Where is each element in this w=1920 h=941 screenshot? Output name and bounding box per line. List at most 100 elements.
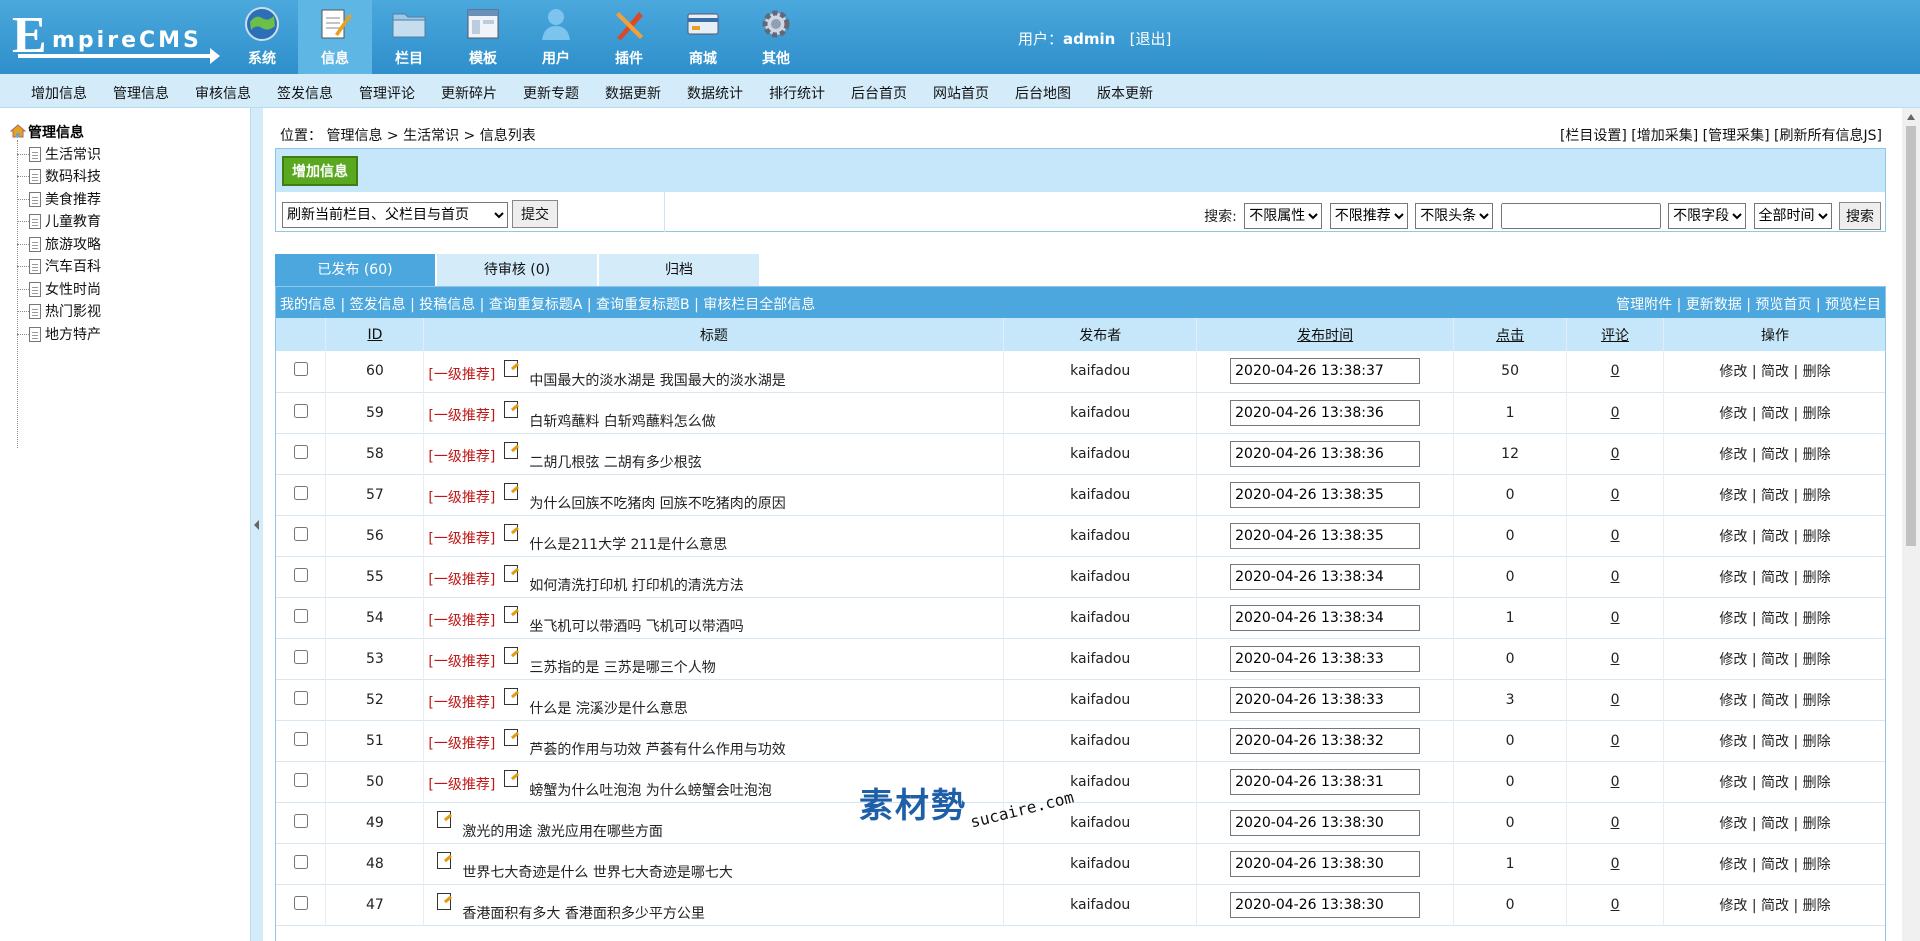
row-time-input[interactable]: [1230, 481, 1421, 508]
recommend-tag[interactable]: [一级推荐]: [428, 408, 495, 424]
search-input[interactable]: [1500, 203, 1661, 229]
row-checkbox[interactable]: [293, 895, 308, 910]
row-comments-link[interactable]: 0: [1611, 569, 1620, 585]
row-time-input[interactable]: [1230, 399, 1421, 426]
row-comments-link[interactable]: 0: [1611, 733, 1620, 749]
row-operations[interactable]: 修改 | 简改 | 删除: [1663, 761, 1885, 802]
row-operations[interactable]: 修改 | 简改 | 删除: [1663, 802, 1885, 843]
row-comments-link[interactable]: 0: [1611, 610, 1620, 626]
row-checkbox[interactable]: [293, 567, 308, 582]
tab-archive[interactable]: 归档: [599, 254, 759, 286]
tree-item-tech[interactable]: 数码科技: [17, 166, 101, 186]
edit-doc-icon[interactable]: [503, 728, 521, 746]
row-time-input[interactable]: [1230, 809, 1421, 836]
logout-link[interactable]: [退出]: [1130, 30, 1172, 48]
time-filter-select[interactable]: 全部时间: [1753, 203, 1832, 229]
row-time-input[interactable]: [1230, 727, 1421, 754]
row-checkbox[interactable]: [293, 731, 308, 746]
row-checkbox[interactable]: [293, 690, 308, 705]
submenu-data-stats[interactable]: 数据统计: [687, 83, 743, 103]
row-comments-link[interactable]: 0: [1611, 897, 1620, 913]
recommend-tag[interactable]: [一级推荐]: [428, 572, 495, 588]
row-operations[interactable]: 修改 | 简改 | 删除: [1663, 679, 1885, 720]
search-button[interactable]: 搜索: [1839, 202, 1881, 230]
row-comments-link[interactable]: 0: [1611, 651, 1620, 667]
tree-item-life[interactable]: 生活常识: [17, 144, 101, 164]
tab-published[interactable]: 已发布 (60): [275, 254, 435, 286]
row-time-input[interactable]: [1230, 686, 1421, 713]
nav-shop[interactable]: 商城: [666, 0, 740, 74]
row-time-input[interactable]: [1230, 522, 1421, 549]
row-comments-link[interactable]: 0: [1611, 446, 1620, 462]
submenu-manage-info[interactable]: 管理信息: [113, 83, 169, 103]
add-info-button[interactable]: 增加信息: [282, 156, 358, 186]
refresh-select[interactable]: 刷新当前栏目、父栏目与首页: [282, 202, 508, 228]
recommend-tag[interactable]: [一级推荐]: [428, 654, 495, 670]
row-title-link[interactable]: 为什么回族不吃猪肉 回族不吃猪肉的原因: [529, 496, 785, 512]
submenu-add-info[interactable]: 增加信息: [31, 83, 87, 103]
row-operations[interactable]: 修改 | 简改 | 删除: [1663, 556, 1885, 597]
edit-doc-icon[interactable]: [436, 851, 454, 869]
row-checkbox[interactable]: [293, 526, 308, 541]
row-checkbox[interactable]: [293, 854, 308, 869]
row-title-link[interactable]: 香港面积有多大 香港面积多少平方公里: [462, 906, 704, 922]
row-operations[interactable]: 修改 | 简改 | 删除: [1663, 843, 1885, 884]
header-clicks[interactable]: 点击: [1453, 318, 1568, 351]
attribute-filter-select[interactable]: 不限属性: [1244, 203, 1323, 229]
submenu-update-topics[interactable]: 更新专题: [523, 83, 579, 103]
row-checkbox[interactable]: [293, 362, 308, 377]
row-comments-link[interactable]: 0: [1611, 528, 1620, 544]
nav-info[interactable]: 信息: [298, 0, 372, 74]
submenu-manage-comments[interactable]: 管理评论: [359, 83, 415, 103]
recommend-filter-select[interactable]: 不限推荐: [1329, 203, 1408, 229]
row-title-link[interactable]: 世界七大奇迹是什么 世界七大奇迹是哪七大: [462, 865, 732, 881]
recommend-tag[interactable]: [一级推荐]: [428, 531, 495, 547]
nav-system[interactable]: 系统: [225, 0, 299, 74]
row-comments-link[interactable]: 0: [1611, 856, 1620, 872]
row-checkbox[interactable]: [293, 813, 308, 828]
header-id[interactable]: ID: [325, 318, 425, 351]
scroll-up-icon[interactable]: [1907, 114, 1915, 120]
edit-doc-icon[interactable]: [503, 441, 521, 459]
row-title-link[interactable]: 芦荟的作用与功效 芦荟有什么作用与功效: [529, 742, 785, 758]
nav-users[interactable]: 用户: [519, 0, 593, 74]
column-links[interactable]: [栏目设置] [增加采集] [管理采集] [刷新所有信息JS]: [1560, 125, 1882, 145]
submenu-update-fragments[interactable]: 更新碎片: [441, 83, 497, 103]
row-operations[interactable]: 修改 | 简改 | 删除: [1663, 474, 1885, 515]
edit-doc-icon[interactable]: [503, 687, 521, 705]
recommend-tag[interactable]: [一级推荐]: [428, 367, 495, 383]
recommend-tag[interactable]: [一级推荐]: [428, 449, 495, 465]
page-scrollbar[interactable]: [1902, 108, 1920, 941]
row-title-link[interactable]: 白斩鸡蘸料 白斩鸡蘸料怎么做: [529, 414, 715, 430]
submenu-site-home[interactable]: 网站首页: [933, 83, 989, 103]
field-filter-select[interactable]: 不限字段: [1668, 203, 1747, 229]
row-operations[interactable]: 修改 | 简改 | 删除: [1663, 433, 1885, 474]
row-checkbox[interactable]: [293, 444, 308, 459]
row-operations[interactable]: 修改 | 简改 | 删除: [1663, 720, 1885, 761]
row-title-link[interactable]: 螃蟹为什么吐泡泡 为什么螃蟹会吐泡泡: [529, 783, 771, 799]
row-comments-link[interactable]: 0: [1611, 815, 1620, 831]
edit-doc-icon[interactable]: [436, 892, 454, 910]
list-links-right[interactable]: 管理附件 | 更新数据 | 预览首页 | 预览栏目: [1616, 294, 1881, 314]
tree-item-travel[interactable]: 旅游攻略: [17, 234, 101, 254]
row-title-link[interactable]: 二胡几根弦 二胡有多少根弦: [529, 455, 701, 471]
row-operations[interactable]: 修改 | 简改 | 删除: [1663, 351, 1885, 392]
row-title-link[interactable]: 中国最大的淡水湖是 我国最大的淡水湖是: [529, 373, 785, 389]
row-time-input[interactable]: [1230, 850, 1421, 877]
row-operations[interactable]: 修改 | 简改 | 删除: [1663, 638, 1885, 679]
submenu-review-info[interactable]: 审核信息: [195, 83, 251, 103]
header-comments[interactable]: 评论: [1566, 318, 1664, 351]
edit-doc-icon[interactable]: [436, 810, 454, 828]
row-time-input[interactable]: [1230, 440, 1421, 467]
row-time-input[interactable]: [1230, 891, 1421, 918]
tab-pending[interactable]: 待审核 (0): [437, 254, 597, 286]
recommend-tag[interactable]: [一级推荐]: [428, 490, 495, 506]
headline-filter-select[interactable]: 不限头条: [1415, 203, 1494, 229]
row-comments-link[interactable]: 0: [1611, 774, 1620, 790]
submit-button[interactable]: 提交: [512, 200, 558, 228]
row-title-link[interactable]: 什么是211大学 211是什么意思: [529, 537, 727, 553]
row-title-link[interactable]: 激光的用途 激光应用在哪些方面: [462, 824, 662, 840]
row-time-input[interactable]: [1230, 563, 1421, 590]
nav-plugins[interactable]: 插件: [592, 0, 666, 74]
row-checkbox[interactable]: [293, 649, 308, 664]
